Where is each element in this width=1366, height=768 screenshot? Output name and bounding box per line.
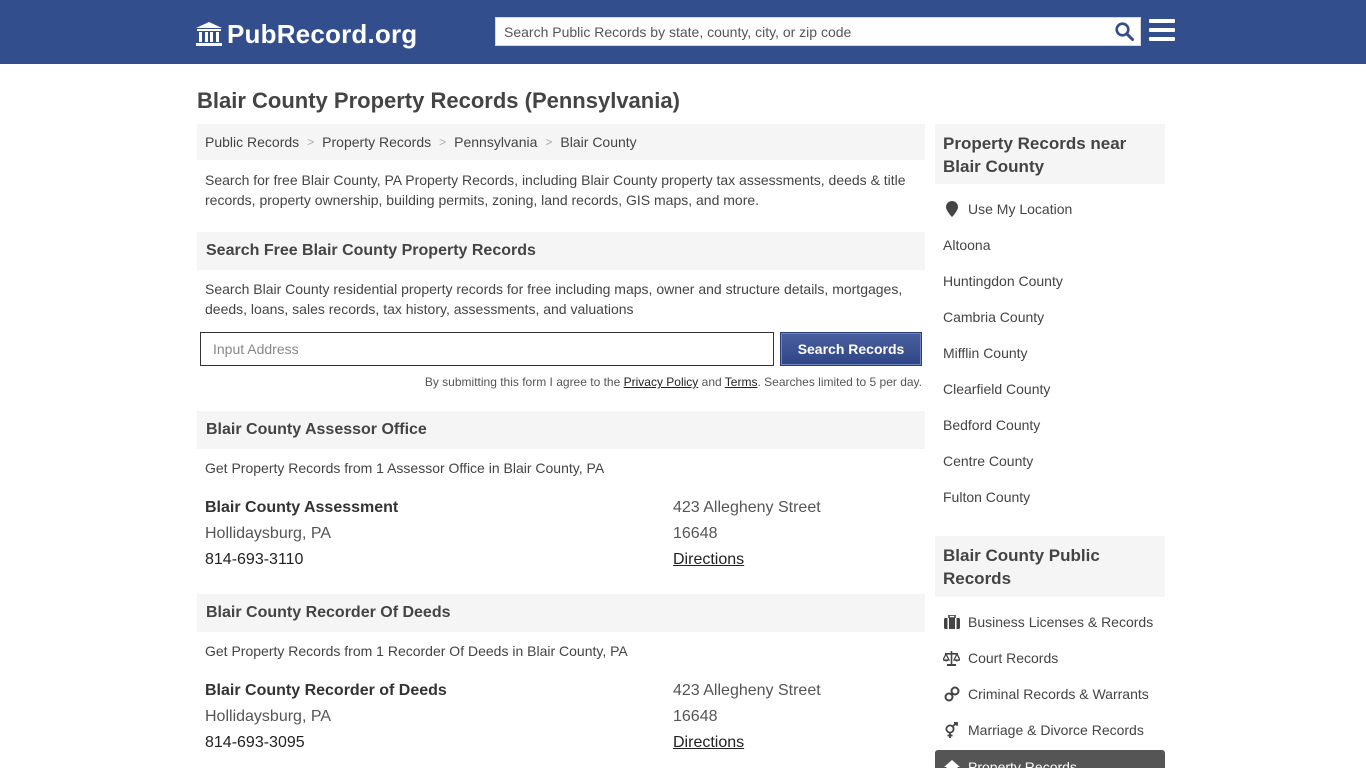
sidebar-near-heading: Property Records near Blair County [935,124,1165,184]
assessor-office-zip: 16648 [673,525,718,542]
assessor-section-heading: Blair County Assessor Office [197,411,925,449]
sidebar-item-court-records[interactable]: Court Records [943,650,1058,666]
page-title: Blair County Property Records (Pennsylva… [197,88,680,113]
disclaimer-and: and [701,375,722,389]
assessor-directions-link[interactable]: Directions [673,551,744,569]
breadcrumb-separator: > [307,135,315,149]
map-pin-icon [943,201,960,217]
search-section-description: Search Blair County residential property… [205,281,903,317]
breadcrumb: Public Records > Property Records > Penn… [197,124,925,160]
home-icon [943,759,960,768]
sidebar-near-item[interactable]: Cambria County [943,309,1044,325]
site-header: PubRecord.org [0,0,1366,64]
sidebar-item-business-licenses[interactable]: Business Licenses & Records [943,614,1153,630]
breadcrumb-separator: > [439,135,447,149]
intro-text: Search for free Blair County, PA Propert… [205,172,906,208]
use-my-location-link[interactable]: Use My Location [943,201,1072,217]
privacy-policy-link[interactable]: Privacy Policy [624,375,699,389]
handcuffs-icon [943,686,960,702]
scales-icon [943,650,960,666]
terms-link[interactable]: Terms [725,375,758,389]
breadcrumb-separator: > [545,135,553,149]
breadcrumb-blair-county[interactable]: Blair County [560,134,636,150]
breadcrumb-property-records[interactable]: Property Records [322,134,431,150]
form-disclaimer: By submitting this form I agree to the P… [200,375,922,389]
sidebar-item-label: Property Records [968,759,1077,768]
disclaimer-suffix: . Searches limited to 5 per day. [757,375,922,389]
sidebar-near-item[interactable]: Fulton County [943,489,1030,505]
gender-icon [943,722,960,738]
sidebar-item-criminal-records[interactable]: Criminal Records & Warrants [943,686,1149,702]
sidebar-item-property-records[interactable]: Property Records [935,750,1165,768]
recorder-section-description: Get Property Records from 1 Recorder Of … [205,643,628,659]
search-button[interactable] [1108,18,1140,45]
breadcrumb-public-records[interactable]: Public Records [205,134,299,150]
sidebar-item-label: Court Records [968,650,1059,666]
sidebar-public-heading: Blair County Public Records [935,536,1165,597]
sidebar-item-marriage-divorce[interactable]: Marriage & Divorce Records [943,722,1144,738]
sidebar-near-item[interactable]: Clearfield County [943,381,1050,397]
search-records-button[interactable]: Search Records [780,332,922,366]
hamburger-menu-icon[interactable] [1149,19,1176,43]
assessor-office-street: 423 Allegheny Street [673,499,821,516]
site-logo[interactable]: PubRecord.org [195,17,417,51]
recorder-office-street: 423 Allegheny Street [673,682,821,699]
sidebar-item-label: Criminal Records & Warrants [968,686,1149,702]
courthouse-icon [196,22,222,46]
assessor-section-description: Get Property Records from 1 Assessor Off… [205,460,605,476]
recorder-office-city: Hollidaysburg, PA [205,708,331,725]
use-my-location-label: Use My Location [968,201,1073,217]
search-icon [1114,22,1134,41]
recorder-office-zip: 16648 [673,708,718,725]
search-section-heading: Search Free Blair County Property Record… [197,232,925,270]
assessor-office-name: Blair County Assessment [205,499,399,516]
breadcrumb-pennsylvania[interactable]: Pennsylvania [454,134,537,150]
sidebar-near-item[interactable]: Altoona [943,237,990,253]
assessor-office-city: Hollidaysburg, PA [205,525,331,542]
sidebar-near-item[interactable]: Centre County [943,453,1033,469]
sidebar-near-item[interactable]: Huntingdon County [943,273,1063,289]
assessor-office-phone[interactable]: 814-693-3110 [205,551,303,569]
sidebar-item-label: Marriage & Divorce Records [968,722,1144,738]
logo-text: PubRecord.org [227,18,418,49]
sidebar-near-item[interactable]: Bedford County [943,417,1040,433]
briefcase-icon [943,614,960,630]
recorder-office-name: Blair County Recorder of Deeds [205,682,447,699]
address-input[interactable] [200,332,774,366]
sidebar-near-item[interactable]: Mifflin County [943,345,1028,361]
sidebar-item-label: Business Licenses & Records [968,614,1154,630]
site-search-input[interactable] [496,18,1108,45]
recorder-directions-link[interactable]: Directions [673,734,744,752]
disclaimer-prefix: By submitting this form I agree to the [424,375,621,389]
recorder-section-heading: Blair County Recorder Of Deeds [197,594,925,632]
site-search-bar [495,17,1141,46]
recorder-office-phone[interactable]: 814-693-3095 [205,734,305,752]
